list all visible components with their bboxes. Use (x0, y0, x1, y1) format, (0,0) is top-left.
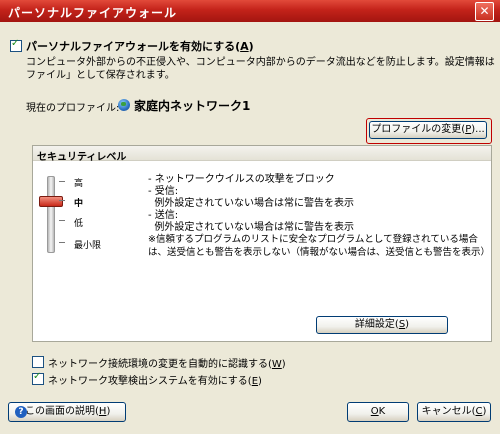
window-title: パーソナルファイアウォール (8, 6, 178, 20)
enable-firewall-checkbox[interactable] (10, 38, 22, 52)
auto-detect-network-checkbox[interactable] (32, 356, 44, 368)
level-minimum-label: 最小限 (74, 241, 102, 251)
cancel-button[interactable]: キャンセル(C) (417, 402, 491, 422)
title-bar[interactable]: パーソナルファイアウォール ✕ (0, 0, 500, 22)
security-desc-line: は、送受信とも警告を表示しない（情報がない場合は、送受信とも警告を表示） (148, 247, 491, 258)
slider-tick (59, 181, 65, 182)
close-icon: ✕ (479, 4, 490, 18)
auto-detect-network-label[interactable]: ネットワーク接続環境の変更を自動的に認識する(W) (48, 355, 286, 370)
level-high-label: 高 (74, 179, 84, 189)
security-desc-line: ※信頼するプログラムのリストに安全なプログラムとして登録されている場合 (148, 234, 478, 245)
current-profile-name: 家庭内ネットワーク1 (134, 99, 251, 113)
globe-icon (118, 99, 130, 111)
slider-tick (59, 242, 65, 243)
security-slider-track[interactable] (47, 176, 55, 253)
enable-firewall-label[interactable]: パーソナルファイアウォールを有効にする(A) (26, 38, 254, 54)
security-level-heading: セキュリティレベル (37, 152, 127, 163)
security-slider-thumb[interactable] (39, 196, 63, 207)
help-button[interactable]: ? この画面の説明(H) (8, 402, 126, 422)
ok-button[interactable]: OK (347, 402, 409, 422)
close-button[interactable]: ✕ (475, 2, 494, 21)
firewall-dialog: パーソナルファイアウォール ✕ パーソナルファイアウォールを有効にする(A) コ… (0, 0, 500, 434)
slider-tick (59, 220, 65, 221)
enable-description-line2: ファイル」として保存されます。 (26, 70, 175, 81)
slider-tick (59, 200, 65, 201)
security-desc-line: 例外設定されていない場合は常に警告を表示 (148, 198, 355, 209)
attack-detection-checkbox[interactable] (32, 371, 44, 385)
level-low-label: 低 (74, 219, 84, 229)
change-profile-button[interactable]: プロファイルの変更(P)... (369, 121, 487, 139)
attack-detection-label[interactable]: ネットワーク攻撃検出システムを有効にする(E) (48, 372, 262, 387)
current-profile-label: 現在のプロファイル: (26, 103, 120, 114)
help-icon: ? (15, 406, 27, 418)
detail-settings-button[interactable]: 詳細設定(S) (316, 316, 448, 334)
level-medium-label: 中 (74, 199, 84, 209)
